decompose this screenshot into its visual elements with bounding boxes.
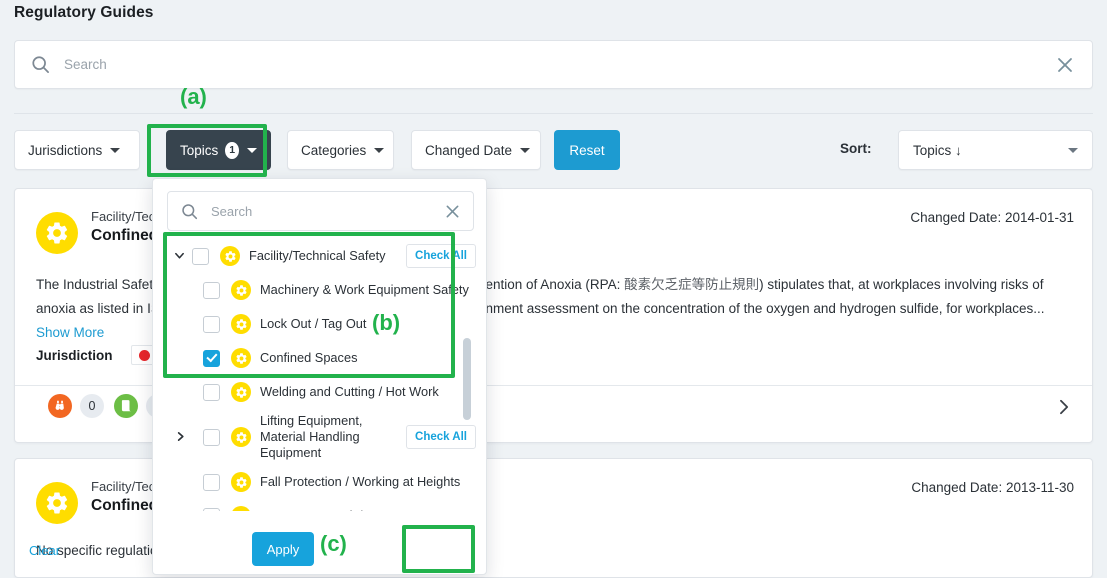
clear-topics-search-icon[interactable] [443, 202, 461, 220]
topic-row[interactable]: Fall Protection / Working at Heights [153, 465, 486, 499]
gear-icon [231, 280, 251, 300]
gear-icon [231, 348, 251, 368]
topic-label: Lifting Equipment, Material Handling Equ… [260, 413, 363, 460]
clear-search-icon[interactable] [1054, 54, 1076, 76]
topics-search-input[interactable] [209, 202, 443, 220]
clear-topics-button[interactable]: Clear [29, 543, 60, 558]
filter-topics-label: Topics [180, 142, 219, 158]
search-icon [181, 203, 198, 220]
chevron-down-icon [247, 147, 257, 153]
filter-bar: Jurisdictions Topics 1 Categories Change… [14, 130, 1093, 170]
result-summary-japanese: 酸素欠乏症等防止規則 [624, 277, 760, 292]
topic-row[interactable]: Machinery & Work Equipment Safety [153, 273, 486, 307]
jurisdiction-row: Jurisdiction [36, 345, 159, 365]
topic-checkbox[interactable] [203, 383, 220, 401]
chevron-down-icon [520, 147, 531, 153]
topic-row[interactable]: Lock Out / Tag Out [153, 307, 486, 341]
sort-select[interactable]: Topics ↓ [898, 130, 1093, 170]
topics-tree[interactable]: Facility/Technical Safety Check All Machin… [153, 239, 486, 511]
topic-checkbox[interactable] [203, 349, 220, 367]
chevron-right-icon[interactable] [1059, 399, 1070, 420]
chevron-down-icon [374, 147, 385, 153]
gear-icon [231, 314, 251, 334]
topic-row[interactable]: Welding and Cutting / Hot Work [153, 375, 486, 409]
filter-topics-button[interactable]: Topics 1 [166, 130, 271, 170]
topics-search-bar[interactable] [167, 191, 474, 231]
topic-checkbox[interactable] [203, 473, 220, 491]
topics-tree-scrollbar[interactable] [463, 338, 471, 420]
apply-topics-button[interactable]: Apply [252, 532, 314, 566]
sort-label: Sort: [840, 141, 872, 156]
topic-label: Pressure Vessels/Systems [260, 504, 476, 511]
show-more-link[interactable]: Show More [36, 325, 104, 340]
topic-row[interactable]: Confined Spaces [153, 341, 486, 375]
topic-label: Machinery & Work Equipment Safety [260, 282, 469, 297]
gear-icon [220, 246, 240, 266]
metric-binoculars-count: 0 [80, 394, 104, 418]
annotation-label-a: (a) [180, 84, 207, 109]
topic-row[interactable]: Lifting Equipment, Material Handling Equ… [153, 409, 486, 465]
topic-label: Facility/Technical Safety [249, 248, 386, 263]
global-search-bar[interactable] [14, 40, 1093, 89]
chevron-right-icon[interactable] [175, 431, 189, 444]
filter-categories-label: Categories [301, 142, 367, 158]
reset-button[interactable]: Reset [554, 130, 620, 170]
filter-changed-date-label: Changed Date [425, 142, 513, 158]
filter-jurisdictions-label: Jurisdictions [28, 142, 103, 158]
gear-icon [231, 427, 251, 447]
topic-checkbox[interactable] [192, 247, 209, 265]
check-all-button[interactable]: Check All [406, 244, 476, 268]
topic-label: Fall Protection / Working at Heights [260, 474, 461, 489]
topics-filter-dropdown[interactable]: Facility/Technical Safety Check All Machin… [152, 178, 487, 575]
jurisdiction-label: Jurisdiction [36, 347, 113, 363]
topic-label: Welding and Cutting / Hot Work [260, 384, 439, 399]
topic-label: Confined Spaces [260, 350, 358, 365]
topic-checkbox[interactable] [203, 428, 220, 446]
filter-topics-count-badge: 1 [225, 141, 239, 159]
binoculars-icon [48, 394, 72, 418]
page-title: Regulatory Guides [14, 4, 154, 21]
annotation-label-c: (c) [320, 531, 347, 556]
search-icon [31, 55, 50, 74]
annotation-label-b: (b) [372, 310, 401, 335]
sort-selected-value: Topics ↓ [913, 142, 962, 158]
topic-label: Lock Out / Tag Out [260, 316, 367, 331]
topic-checkbox[interactable] [203, 507, 220, 511]
gear-icon [231, 506, 251, 511]
check-all-button[interactable]: Check All [406, 425, 476, 449]
topic-row[interactable]: Facility/Technical Safety Check All [153, 239, 486, 273]
topic-checkbox[interactable] [203, 315, 220, 333]
metric-binoculars[interactable]: 0 [48, 394, 104, 418]
divider [14, 113, 1093, 114]
topic-checkbox[interactable] [203, 281, 220, 299]
chevron-down-icon [110, 147, 121, 153]
gear-icon [36, 212, 78, 254]
gear-icon [231, 472, 251, 492]
scroll-document-icon [114, 394, 138, 418]
gear-icon [36, 482, 78, 524]
result-changed-date: Changed Date: 2014-01-31 [910, 210, 1074, 225]
search-input[interactable] [62, 56, 1054, 73]
result-changed-date: Changed Date: 2013-11-30 [911, 480, 1074, 495]
topic-row[interactable]: Pressure Vessels/Systems [153, 499, 486, 511]
chevron-down-icon [1068, 147, 1078, 153]
filter-jurisdictions-button[interactable]: Jurisdictions [14, 130, 140, 170]
gear-icon [231, 382, 251, 402]
filter-categories-button[interactable]: Categories [287, 130, 394, 170]
chevron-down-icon[interactable] [174, 250, 188, 263]
filter-changed-date-button[interactable]: Changed Date [411, 130, 541, 170]
